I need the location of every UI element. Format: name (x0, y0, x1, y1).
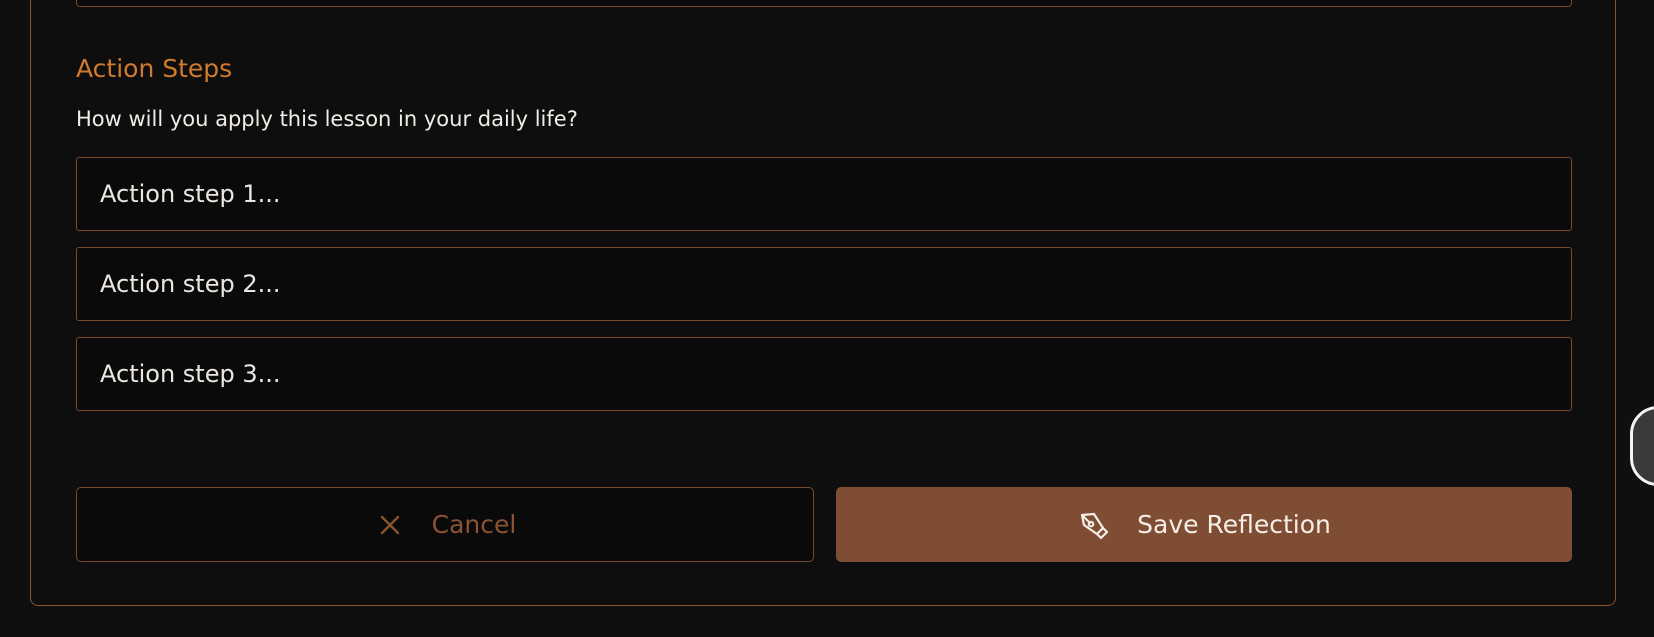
action-step-2-input[interactable] (76, 247, 1572, 321)
side-panel-toggle[interactable] (1630, 406, 1654, 486)
action-step-3-input[interactable] (76, 337, 1572, 411)
action-steps-heading: Action Steps (76, 54, 233, 83)
cancel-button-label: Cancel (431, 510, 517, 539)
previous-field-bottom-edge[interactable] (76, 0, 1572, 7)
close-icon (374, 509, 406, 541)
page: Action Steps How will you apply this les… (0, 0, 1654, 637)
save-reflection-button[interactable]: Save Reflection (836, 487, 1572, 562)
save-button-label: Save Reflection (1137, 510, 1331, 539)
action-steps-prompt: How will you apply this lesson in your d… (76, 107, 578, 131)
cancel-button[interactable]: Cancel (76, 487, 814, 562)
pen-nib-icon (1077, 509, 1109, 541)
action-step-1-input[interactable] (76, 157, 1572, 231)
